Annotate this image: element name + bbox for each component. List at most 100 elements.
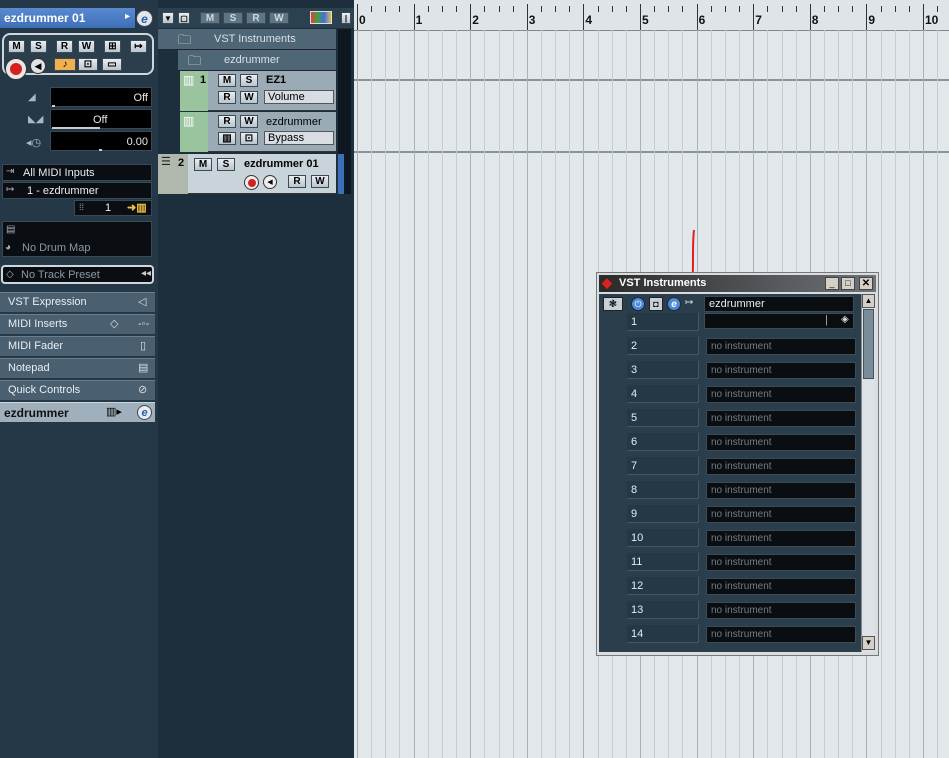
volume-field[interactable]: Off [50, 87, 152, 107]
monitor-button[interactable]: ◀ [30, 58, 46, 74]
record-enable-button[interactable] [244, 175, 259, 190]
read-button[interactable]: R [288, 175, 306, 188]
write-button[interactable]: W [240, 115, 258, 128]
vst-slot-instrument[interactable]: no instrument [706, 410, 856, 427]
tracklist-scroll-icon[interactable]: | [341, 12, 351, 24]
lanes-button[interactable]: ▭ [102, 58, 122, 71]
vst-slot-instrument[interactable]: no instrument [706, 362, 856, 379]
maximize-button[interactable]: □ [841, 277, 855, 290]
solo-button[interactable]: S [240, 74, 258, 87]
section-midi-fader[interactable]: MIDI Fader ▯ [0, 336, 155, 356]
write-button[interactable]: W [240, 91, 258, 104]
track-ez1[interactable]: ▥ 1 M S EZ1 R W Volume [180, 71, 336, 111]
scroll-thumb[interactable] [863, 309, 874, 379]
vst-slot-number[interactable]: 7 [627, 457, 699, 475]
monitor-button[interactable]: ◀ [263, 175, 277, 189]
preset-menu-icon[interactable]: ◂◂ [141, 268, 151, 279]
midi-output-field[interactable]: ↦ 1 - ezdrummer [2, 182, 152, 199]
scroll-up-icon[interactable]: ▲ [862, 294, 875, 308]
solo-button[interactable]: S [217, 158, 235, 171]
mute-button[interactable]: M [218, 74, 236, 87]
vst-slot-number[interactable]: 9 [627, 505, 699, 523]
lock-button[interactable]: ⊡ [240, 132, 258, 145]
output-activation-icon[interactable]: ↦ [685, 297, 693, 308]
folder-track-ezdrummer[interactable]: 🗀 ezdrummer [178, 50, 336, 71]
vst-slot-instrument[interactable]: no instrument [706, 434, 856, 451]
section-quick-controls[interactable]: Quick Controls ⊘ [0, 380, 155, 400]
delay-field[interactable]: 0.00 [50, 131, 152, 151]
vst-slot-instrument[interactable]: no instrument [706, 530, 856, 547]
folder-icon[interactable]: ▢ [178, 12, 190, 24]
automation-parameter[interactable]: Volume [264, 90, 334, 104]
vst-slot-number[interactable]: 2 [627, 337, 699, 355]
vst-slot-instrument[interactable]: no instrument [706, 626, 856, 643]
vst-slot-number[interactable]: 1 [627, 313, 699, 331]
edit-instrument-icon[interactable]: e [136, 10, 153, 27]
track-colors-icon[interactable] [310, 11, 332, 24]
vst-slot-number[interactable]: 8 [627, 481, 699, 499]
vst-slot-instrument[interactable]: no instrument [706, 482, 856, 499]
vst-slot-number[interactable]: 13 [627, 601, 699, 619]
solo-button[interactable]: S [30, 40, 47, 53]
global-write-button[interactable]: W [269, 12, 289, 24]
mute-button[interactable]: M [194, 158, 212, 171]
drum-map-value[interactable]: No Drum Map [22, 242, 90, 254]
vst-slot-number[interactable]: 6 [627, 433, 699, 451]
rack-settings-icon[interactable]: ❃ [603, 297, 623, 311]
keyboard-button[interactable]: ▥ [218, 132, 236, 145]
edit-instrument-icon[interactable]: e [667, 297, 681, 311]
vst-slot-number[interactable]: 11 [627, 553, 699, 571]
vst-scrollbar[interactable]: ▲ ▼ [861, 294, 875, 652]
expand-arrow-icon[interactable]: ▸ [125, 11, 130, 22]
write-button[interactable]: W [311, 175, 329, 188]
vst-slot-instrument[interactable]: no instrument [706, 602, 856, 619]
slot-1-instrument-name[interactable]: ezdrummer [704, 296, 854, 312]
channel-settings-button[interactable]: ⊞ [104, 40, 121, 53]
vst-slot-number[interactable]: 14 [627, 625, 699, 643]
minimize-button[interactable]: _ [825, 277, 839, 290]
read-button[interactable]: R [56, 40, 73, 53]
inspector-track-header[interactable]: ezdrummer 01 ▸ [0, 8, 135, 28]
global-read-button[interactable]: R [246, 12, 266, 24]
section-notepad[interactable]: Notepad ▤ [0, 358, 155, 378]
section-instrument[interactable]: ezdrummer ▥▸ e [0, 402, 155, 422]
scroll-down-icon[interactable]: ▼ [862, 636, 875, 650]
output-routing-button[interactable]: ↦ [130, 40, 147, 53]
lock-button[interactable]: ⊡ [78, 58, 98, 71]
vst-slot-instrument[interactable]: no instrument [706, 338, 856, 355]
read-button[interactable]: R [218, 91, 236, 104]
instrument-edit-icon[interactable]: e [137, 405, 152, 420]
slot-1-preset-field[interactable]: | ◈ [704, 313, 854, 329]
vst-slot-number[interactable]: 5 [627, 409, 699, 427]
vst-instruments-window[interactable]: ◆ VST Instruments _ □ ✕ ❃ ⏻ ◘ e ↦ ezdrum… [596, 272, 879, 656]
collapse-icon[interactable]: ▼ [162, 12, 174, 24]
channel-field[interactable]: ⁞⁞ 1 ➜▥ [74, 200, 152, 216]
preset-menu-icon[interactable]: ◈ [841, 314, 849, 325]
bypass-button-icon[interactable]: ◘ [649, 297, 663, 311]
section-vst-expression[interactable]: VST Expression ◁ [0, 292, 155, 312]
close-button[interactable]: ✕ [859, 277, 873, 290]
record-enable-button[interactable] [5, 58, 27, 80]
track-ezdrummer-bypass[interactable]: ▥ R W ezdrummer ▥ ⊡ Bypass [180, 112, 336, 152]
read-button[interactable]: R [218, 115, 236, 128]
timebase-button[interactable]: ♪ [54, 58, 76, 71]
timeline-ruler[interactable]: 0 1 2 3 4 5 6 7 8 9 10 [354, 0, 949, 31]
vst-slot-number[interactable]: 4 [627, 385, 699, 403]
power-button-icon[interactable]: ⏻ [631, 297, 645, 311]
global-solo-button[interactable]: S [223, 12, 243, 24]
automation-parameter[interactable]: Bypass [264, 131, 334, 145]
write-button[interactable]: W [78, 40, 95, 53]
pan-field[interactable]: Off [50, 109, 152, 129]
global-mute-button[interactable]: M [200, 12, 220, 24]
vst-slot-instrument[interactable]: no instrument [706, 386, 856, 403]
vst-slot-number[interactable]: 3 [627, 361, 699, 379]
track-ezdrummer-01[interactable]: ☰ 2 M S ezdrummer 01 ◀ R W [158, 154, 336, 194]
folder-track-vst[interactable]: 🗀 VST Instruments [158, 29, 336, 50]
track-preset-field[interactable]: ◇ No Track Preset ◂◂ [1, 265, 154, 284]
midi-input-field[interactable]: ⇥ All MIDI Inputs [2, 164, 152, 181]
vst-slot-instrument[interactable]: no instrument [706, 578, 856, 595]
vst-slot-instrument[interactable]: no instrument [706, 458, 856, 475]
mute-button[interactable]: M [8, 40, 25, 53]
vst-slot-instrument[interactable]: no instrument [706, 554, 856, 571]
vst-slot-number[interactable]: 10 [627, 529, 699, 547]
